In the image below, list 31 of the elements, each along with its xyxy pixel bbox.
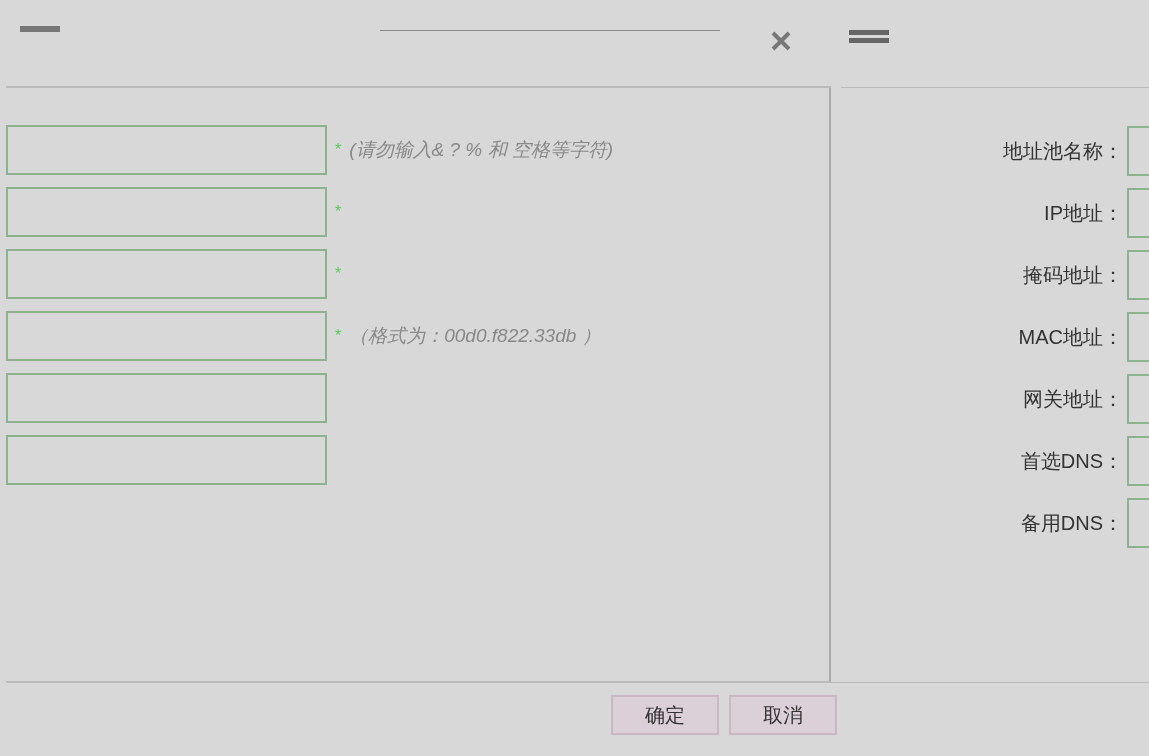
field-label: 掩码地址： bbox=[1023, 262, 1123, 288]
required-asterisk: * bbox=[335, 327, 342, 345]
field-label: 备用DNS： bbox=[1020, 510, 1123, 536]
field-label: 首选DNS： bbox=[1020, 448, 1123, 474]
input-field[interactable] bbox=[1127, 126, 1149, 176]
input-field[interactable] bbox=[1127, 498, 1149, 548]
input-field[interactable] bbox=[6, 373, 327, 423]
bar-icon bbox=[20, 26, 60, 32]
close-icon[interactable] bbox=[770, 30, 792, 52]
input-field[interactable] bbox=[6, 311, 327, 361]
field-hint: (请勿输入& ? % 和 空格等字符) bbox=[349, 138, 614, 162]
input-field[interactable] bbox=[6, 249, 327, 299]
dialog-button[interactable]: 取消 bbox=[729, 695, 837, 735]
input-field[interactable] bbox=[1127, 436, 1149, 486]
required-asterisk: * bbox=[335, 265, 342, 283]
dialog-button[interactable]: 确定 bbox=[611, 695, 719, 735]
field-hint: （格式为：00d0.f822.33db ） bbox=[349, 324, 601, 348]
field-label: 网关地址： bbox=[1023, 386, 1123, 412]
input-field[interactable] bbox=[6, 187, 327, 237]
input-field[interactable] bbox=[1127, 188, 1149, 238]
input-field[interactable] bbox=[6, 125, 327, 175]
input-field[interactable] bbox=[1127, 250, 1149, 300]
required-asterisk: * bbox=[335, 203, 342, 221]
input-field[interactable] bbox=[1127, 312, 1149, 362]
input-field[interactable] bbox=[1127, 374, 1149, 424]
field-label: 地址池名称： bbox=[1003, 138, 1123, 164]
field-label: MAC地址： bbox=[1018, 324, 1123, 350]
input-field[interactable] bbox=[6, 435, 327, 485]
field-label: IP地址： bbox=[1044, 200, 1123, 226]
menu-icon[interactable] bbox=[849, 30, 889, 44]
required-asterisk: * bbox=[335, 141, 342, 159]
